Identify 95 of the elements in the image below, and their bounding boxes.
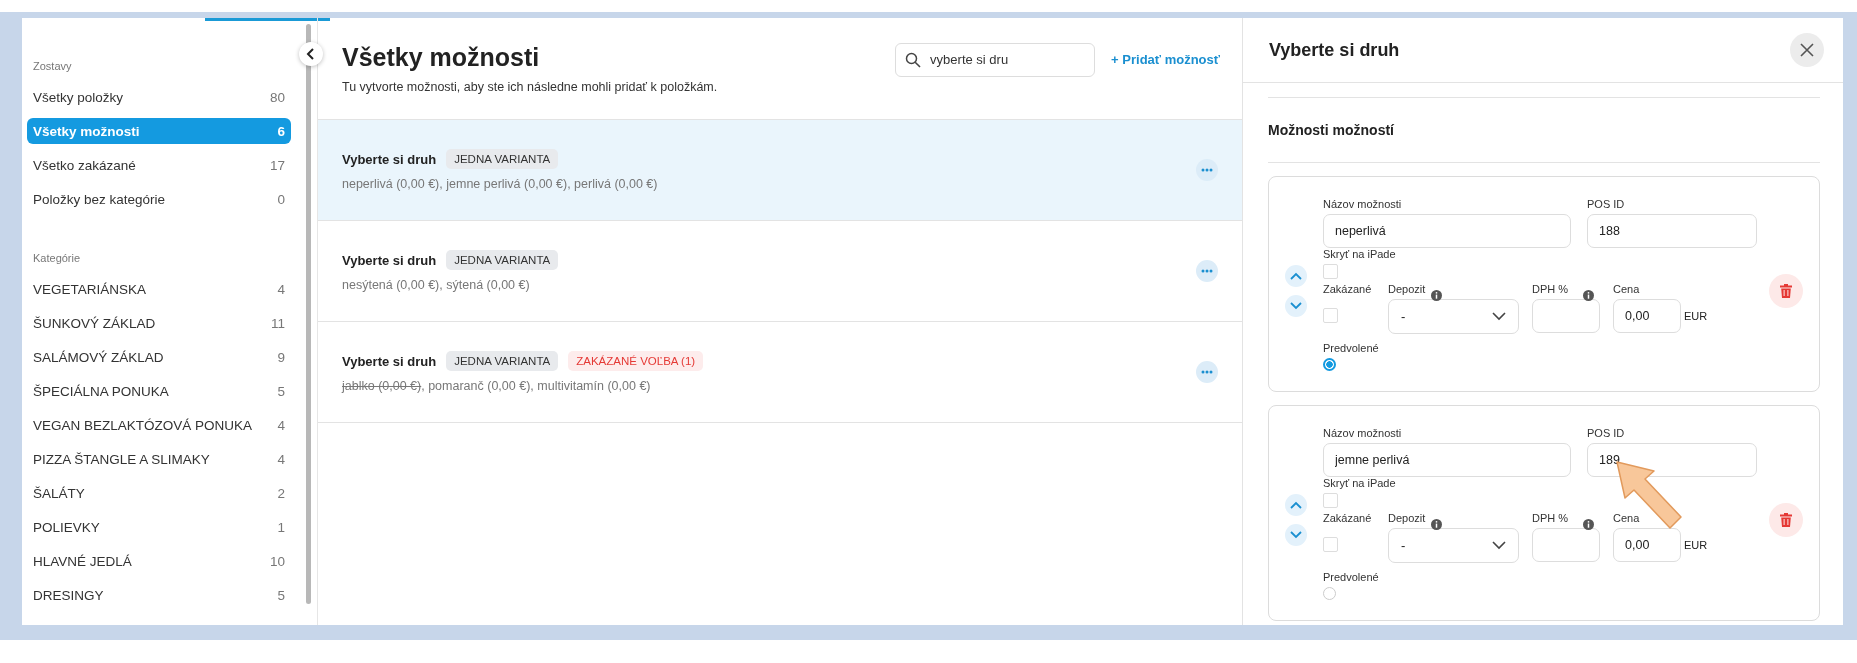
move-up-button[interactable] bbox=[1285, 494, 1307, 516]
chevron-down-icon bbox=[1290, 531, 1302, 539]
chevron-down-icon bbox=[1290, 302, 1302, 310]
option-group-row[interactable]: Vyberte si druh JEDNA VARIANTA nesýtená (0,00 €), sýtená (0,00 €) bbox=[318, 221, 1242, 322]
option-group-row[interactable]: Vyberte si druh JEDNA VARIANTA neperlivá (0,00 €), jemne perlivá (0,00 €), perlivá (0,00 €) bbox=[318, 120, 1242, 221]
group-name: Vyberte si druh bbox=[342, 353, 437, 369]
field-label: Zakázané bbox=[1323, 511, 1372, 524]
info-icon bbox=[1583, 289, 1594, 301]
options-summary: nesýtená (0,00 €), sýtená (0,00 €) bbox=[342, 278, 531, 292]
field-label: Depozit bbox=[1388, 282, 1427, 295]
section-heading: Zostavy bbox=[32, 59, 73, 74]
currency-label: EUR bbox=[1684, 309, 1708, 322]
field-label: Zakázané bbox=[1323, 282, 1372, 295]
delete-button[interactable] bbox=[1769, 503, 1803, 537]
sidebar-item[interactable]: VEGETARIÁNSKA 4 bbox=[27, 276, 291, 302]
page-title: Všetky možnosti bbox=[342, 43, 541, 72]
chevron-up-icon bbox=[1290, 272, 1302, 280]
chevron-down-icon bbox=[1492, 311, 1506, 321]
sidebar-item[interactable]: HLAVNÉ JEDLÁ 10 bbox=[27, 548, 291, 574]
chevron-up-icon bbox=[1290, 501, 1302, 509]
sidebar-item[interactable]: VEGAN BEZLAKTÓZOVÁ PONUKA 4 bbox=[27, 412, 291, 438]
field-label: Skryť na iPade bbox=[1323, 476, 1396, 489]
move-down-button[interactable] bbox=[1285, 295, 1307, 317]
field-label: DPH % bbox=[1532, 282, 1569, 295]
delete-button[interactable] bbox=[1769, 274, 1803, 308]
collapse-button[interactable] bbox=[299, 42, 323, 66]
sidebar-item[interactable]: POLIEVKY 1 bbox=[27, 514, 291, 540]
sidebar-item[interactable]: PIZZA ŠTANGLE A SLIMAKY 4 bbox=[27, 446, 291, 472]
options-summary: jablko (0,00 €), pomaranč (0,00 €), multivitamín (0,00 €) bbox=[342, 379, 652, 393]
more-icon bbox=[1201, 370, 1213, 374]
sidebar-item[interactable]: Položky bez kategórie 0 bbox=[27, 186, 291, 212]
field-label: Názov možnosti bbox=[1323, 197, 1402, 210]
field-label: Predvolené bbox=[1323, 341, 1379, 354]
search-icon bbox=[905, 51, 922, 68]
more-button[interactable] bbox=[1196, 159, 1218, 181]
sidebar-item[interactable]: Všetko zakázané 17 bbox=[27, 152, 291, 178]
sidebar-item[interactable]: ŠPECIÁLNA PONUKA 5 bbox=[27, 378, 291, 404]
more-icon bbox=[1201, 168, 1213, 172]
section-title: Možnosti možností bbox=[1268, 121, 1395, 140]
deposit-select[interactable]: - bbox=[1388, 298, 1519, 334]
trash-icon bbox=[1780, 513, 1792, 527]
sidebar-item[interactable]: Všetky položky 80 bbox=[27, 84, 291, 110]
sidebar-item[interactable]: SALÁMOVÝ ZÁKLAD 9 bbox=[27, 344, 291, 370]
search-field[interactable]: vyberte si dru bbox=[895, 42, 1096, 77]
sidebar-item[interactable]: ŠALÁTY 2 bbox=[27, 480, 291, 506]
checkbox[interactable] bbox=[1323, 263, 1338, 279]
field-label: Cena bbox=[1613, 282, 1640, 295]
vat-input[interactable] bbox=[1532, 527, 1600, 562]
checkbox[interactable] bbox=[1323, 492, 1338, 508]
more-button[interactable] bbox=[1196, 260, 1218, 282]
tag: JEDNA VARIANTA bbox=[446, 149, 559, 169]
tag: ZAKÁZANÉ VOĽBA (1) bbox=[568, 351, 704, 371]
info-icon bbox=[1431, 289, 1442, 301]
name-input[interactable]: neperlivá bbox=[1323, 213, 1571, 248]
chevron-down-icon bbox=[1492, 540, 1506, 550]
section-heading: Kategórie bbox=[32, 251, 82, 266]
trash-icon bbox=[1780, 284, 1792, 298]
add-option-link[interactable]: + Pridať možnosť bbox=[1111, 52, 1220, 67]
tag: JEDNA VARIANTA bbox=[446, 351, 559, 371]
field-label: Názov možnosti bbox=[1323, 426, 1402, 439]
field-label: Cena bbox=[1613, 511, 1640, 524]
vat-input[interactable] bbox=[1532, 298, 1600, 333]
name-input[interactable]: jemne perlivá bbox=[1323, 442, 1571, 477]
field-label: POS ID bbox=[1587, 197, 1625, 210]
price-input[interactable]: 0,00 bbox=[1613, 298, 1681, 333]
info-icon bbox=[1431, 518, 1442, 530]
panel-title: Vyberte si druh bbox=[1269, 39, 1400, 61]
more-button[interactable] bbox=[1196, 361, 1218, 383]
move-down-button[interactable] bbox=[1285, 524, 1307, 546]
page-subtitle: Tu vytvorte možnosti, aby ste ich následne mohli pridať k položkám. bbox=[342, 80, 719, 94]
field-label: Predvolené bbox=[1323, 570, 1379, 583]
info-icon bbox=[1583, 518, 1594, 530]
field-label: Depozit bbox=[1388, 511, 1427, 524]
checkbox[interactable] bbox=[1323, 536, 1338, 552]
radio-button[interactable] bbox=[1323, 357, 1336, 371]
pos-id-input[interactable]: 188 bbox=[1587, 213, 1757, 248]
chevron-left-icon bbox=[306, 48, 316, 60]
checkbox[interactable] bbox=[1323, 307, 1338, 323]
pos-id-input[interactable]: 189 bbox=[1587, 442, 1757, 477]
currency-label: EUR bbox=[1684, 538, 1708, 551]
deposit-select[interactable]: - bbox=[1388, 527, 1519, 563]
price-input[interactable]: 0,00 bbox=[1613, 527, 1681, 562]
tag: JEDNA VARIANTA bbox=[446, 250, 559, 270]
group-name: Vyberte si druh bbox=[342, 151, 437, 167]
close-icon bbox=[1800, 43, 1814, 57]
group-name: Vyberte si druh bbox=[342, 252, 437, 268]
field-label: DPH % bbox=[1532, 511, 1569, 524]
sidebar-item[interactable]: ŠUNKOVÝ ZÁKLAD 11 bbox=[27, 310, 291, 336]
field-label: POS ID bbox=[1587, 426, 1625, 439]
field-label: Skryť na iPade bbox=[1323, 247, 1396, 260]
move-up-button[interactable] bbox=[1285, 265, 1307, 287]
more-icon bbox=[1201, 269, 1213, 273]
close-button[interactable] bbox=[1790, 33, 1824, 67]
options-summary: neperlivá (0,00 €), jemne perlivá (0,00 €), perlivá (0,00 €) bbox=[342, 177, 659, 191]
sidebar-item[interactable]: DRESINGY 5 bbox=[27, 582, 291, 608]
